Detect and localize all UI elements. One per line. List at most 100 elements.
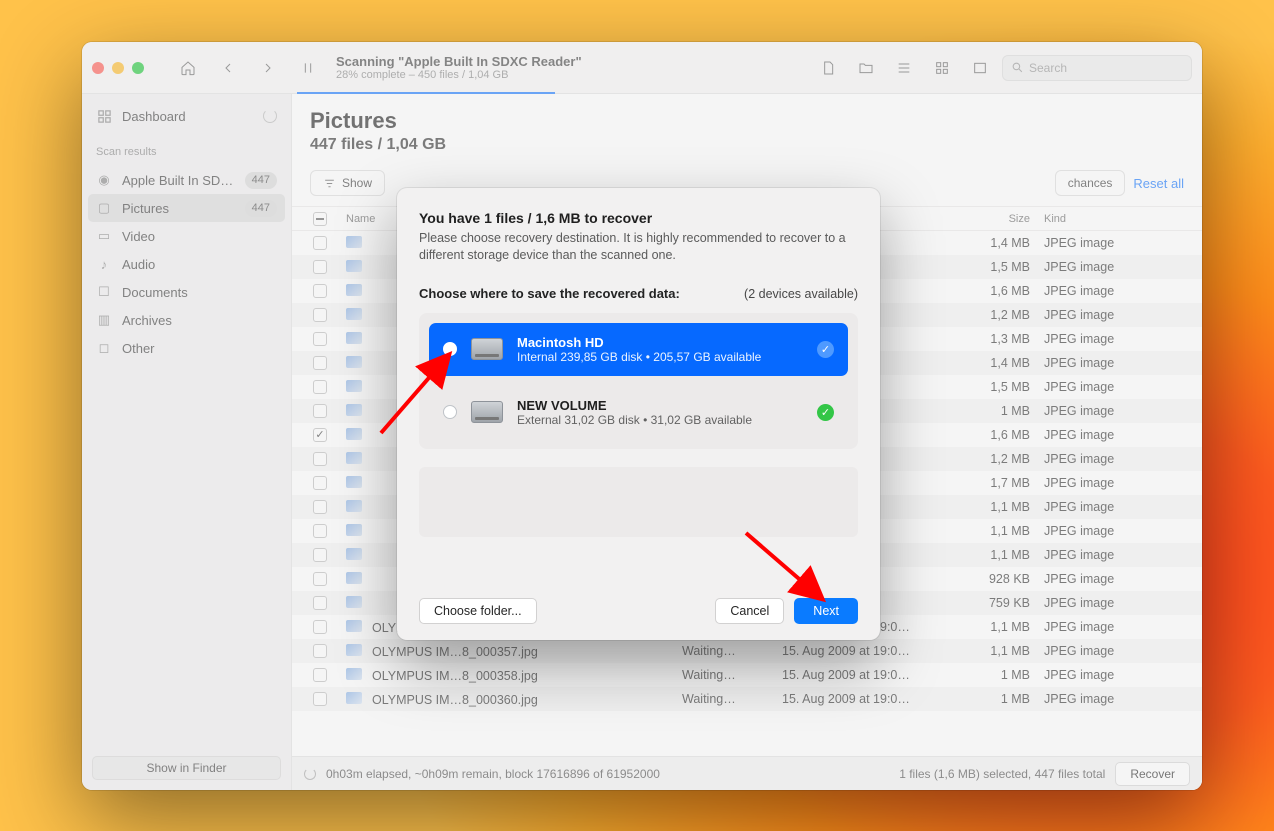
sidebar-item-label: Video	[122, 229, 277, 244]
file-kind: JPEG image	[1044, 332, 1194, 346]
sidebar-item-other[interactable]: ◻ Other	[82, 334, 291, 362]
toolbar: Scanning "Apple Built In SDXC Reader" 28…	[82, 42, 1202, 94]
close-window-button[interactable]	[92, 62, 104, 74]
dialog-description: Please choose recovery destination. It i…	[419, 230, 858, 264]
recover-button[interactable]: Recover	[1115, 762, 1190, 786]
folder-icon[interactable]	[850, 54, 882, 82]
row-checkbox[interactable]	[313, 260, 327, 274]
cancel-button[interactable]: Cancel	[715, 598, 784, 624]
sidebar-item-pictures[interactable]: ▢ Pictures 447	[88, 194, 285, 222]
row-checkbox[interactable]	[313, 380, 327, 394]
row-checkbox[interactable]	[313, 284, 327, 298]
file-size: 928 KB	[952, 572, 1044, 586]
thumbnail-icon	[346, 500, 362, 512]
row-checkbox[interactable]	[313, 668, 327, 682]
row-checkbox[interactable]	[313, 620, 327, 634]
row-checkbox[interactable]	[313, 356, 327, 370]
row-checkbox[interactable]	[313, 500, 327, 514]
drive-icon	[471, 401, 503, 423]
show-filter-button[interactable]: Show	[310, 170, 385, 196]
sidebar-item-count: 447	[245, 200, 277, 217]
sidebar-dashboard[interactable]: Dashboard	[82, 102, 291, 130]
file-size: 1,1 MB	[952, 500, 1044, 514]
status-bar: 0h03m elapsed, ~0h09m remain, block 1761…	[292, 756, 1202, 790]
file-kind: JPEG image	[1044, 668, 1194, 682]
thumbnail-icon	[346, 620, 362, 632]
choose-folder-button[interactable]: Choose folder...	[419, 598, 537, 624]
file-kind: JPEG image	[1044, 236, 1194, 250]
sidebar-item-audio[interactable]: ♪ Audio	[82, 250, 291, 278]
show-in-finder-button[interactable]: Show in Finder	[92, 756, 281, 780]
row-checkbox[interactable]	[313, 404, 327, 418]
video-icon: ▭	[96, 228, 112, 244]
file-size: 1,1 MB	[952, 644, 1044, 658]
table-row[interactable]: OLYMPUS IM…8_000357.jpg Waiting… 15. Aug…	[292, 639, 1202, 663]
radio-button[interactable]	[443, 342, 457, 356]
row-checkbox[interactable]	[313, 308, 327, 322]
row-checkbox[interactable]	[313, 596, 327, 610]
reset-all-button[interactable]: Reset all	[1133, 176, 1184, 191]
row-checkbox[interactable]	[313, 476, 327, 490]
forward-button[interactable]	[252, 54, 284, 82]
row-checkbox[interactable]	[313, 236, 327, 250]
row-checkbox[interactable]	[313, 452, 327, 466]
sidebar-item-label: Audio	[122, 257, 277, 272]
check-badge-icon: ✓	[817, 341, 834, 358]
next-button[interactable]: Next	[794, 598, 858, 624]
device-option-macintosh-hd[interactable]: Macintosh HD Internal 239,85 GB disk • 2…	[429, 323, 848, 376]
list-view-icon[interactable]	[888, 54, 920, 82]
file-size: 1,2 MB	[952, 452, 1044, 466]
device-detail: Internal 239,85 GB disk • 205,57 GB avai…	[517, 350, 803, 364]
sidebar-item-archives[interactable]: ▥ Archives	[82, 306, 291, 334]
drive-icon	[471, 338, 503, 360]
table-row[interactable]: OLYMPUS IM…8_000360.jpg Waiting… 15. Aug…	[292, 687, 1202, 711]
scan-subtitle: 28% complete – 450 files / 1,04 GB	[336, 69, 582, 81]
sidebar-item-apple-built-in-sdx-[interactable]: ◉ Apple Built In SDX… 447	[82, 166, 291, 194]
window-icon[interactable]	[964, 54, 996, 82]
file-name: OLYMPUS IM…8_000357.jpg	[372, 645, 538, 659]
sidebar-item-label: Archives	[122, 313, 277, 328]
device-option-new-volume[interactable]: NEW VOLUME External 31,02 GB disk • 31,0…	[429, 386, 848, 439]
row-checkbox[interactable]	[313, 692, 327, 706]
file-size: 1,2 MB	[952, 308, 1044, 322]
archive-icon: ▥	[96, 312, 112, 328]
col-size[interactable]: Size	[952, 213, 1044, 225]
row-checkbox[interactable]	[313, 548, 327, 562]
choose-label: Choose where to save the recovered data:	[419, 286, 680, 301]
sidebar-item-label: Documents	[122, 285, 277, 300]
preview-status: Waiting…	[682, 692, 782, 706]
row-checkbox[interactable]	[313, 572, 327, 586]
table-row[interactable]: OLYMPUS IM…8_000358.jpg Waiting… 15. Aug…	[292, 663, 1202, 687]
chances-filter-button[interactable]: chances	[1055, 170, 1126, 196]
thumbnail-icon	[346, 596, 362, 608]
device-list: Macintosh HD Internal 239,85 GB disk • 2…	[419, 313, 858, 449]
col-kind[interactable]: Kind	[1044, 213, 1194, 225]
row-checkbox[interactable]	[313, 332, 327, 346]
file-kind: JPEG image	[1044, 500, 1194, 514]
sidebar-item-video[interactable]: ▭ Video	[82, 222, 291, 250]
select-all-checkbox[interactable]	[313, 212, 327, 226]
radio-button[interactable]	[443, 405, 457, 419]
device-name: NEW VOLUME	[517, 398, 803, 413]
row-checkbox[interactable]	[313, 524, 327, 538]
search-input[interactable]: Search	[1002, 55, 1192, 81]
new-file-icon[interactable]	[812, 54, 844, 82]
zoom-window-button[interactable]	[132, 62, 144, 74]
device-detail: External 31,02 GB disk • 31,02 GB availa…	[517, 413, 803, 427]
grid-view-icon[interactable]	[926, 54, 958, 82]
file-size: 1,4 MB	[952, 356, 1044, 370]
page-subtitle: 447 files / 1,04 GB	[310, 136, 1184, 154]
sidebar-item-label: Other	[122, 341, 277, 356]
sidebar-item-documents[interactable]: ☐ Documents	[82, 278, 291, 306]
window-controls	[92, 62, 144, 74]
thumbnail-icon	[346, 692, 362, 704]
pause-button[interactable]	[292, 54, 324, 82]
home-button[interactable]	[172, 54, 204, 82]
image-icon: ▢	[96, 200, 112, 216]
row-checkbox[interactable]	[313, 428, 327, 442]
row-checkbox[interactable]	[313, 644, 327, 658]
back-button[interactable]	[212, 54, 244, 82]
thumbnail-icon	[346, 356, 362, 368]
file-size: 1,7 MB	[952, 476, 1044, 490]
minimize-window-button[interactable]	[112, 62, 124, 74]
